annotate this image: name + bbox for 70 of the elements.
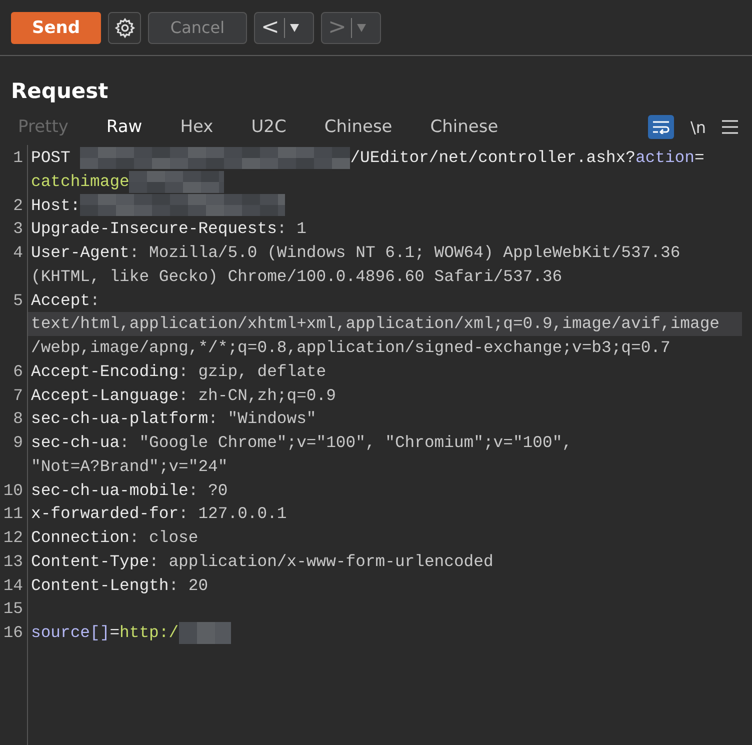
line-number: 9 (12, 432, 24, 454)
code-text: /webp,image/apng,*/*;q=0.8,application/signed-exchange;v=b3;q=0.7 (31, 337, 670, 359)
code-text: (KHTML, like Gecko) Chrome/100.0.4896.60 Safari/537.36 (31, 266, 562, 288)
redacted-text-blur (178, 622, 231, 644)
line-number: 14 (2, 574, 24, 596)
line-number: 13 (2, 550, 24, 573)
code-text: "Not=A?Brand";v="24" (31, 456, 228, 478)
code-text: Upgrade-Insecure-Requests (31, 218, 277, 240)
code-text: action (635, 147, 694, 169)
line-number: 12 (2, 527, 24, 549)
code-text: POST (31, 147, 72, 169)
code-text: sec-ch-ua-platform (31, 408, 208, 430)
settings-icon (114, 16, 136, 38)
code-text: : application/x-www-form-urlencoded (149, 550, 494, 573)
line-number: 4 (12, 242, 24, 264)
code-text: : 127.0.0.1 (178, 503, 287, 526)
view-tab[interactable]: Raw (106, 117, 142, 137)
line-number: 15 (2, 598, 24, 620)
code-text: : 1 (276, 218, 306, 240)
code-text: Accept-Encoding (31, 360, 179, 383)
line-number: 8 (12, 408, 24, 430)
code-text: : close (129, 527, 198, 549)
view-tab[interactable]: Chinese (430, 117, 498, 137)
view-tab[interactable]: Chinese (324, 117, 392, 137)
code-text: : 20 (168, 574, 208, 596)
line-number: 5 (12, 290, 24, 312)
code-text: http:/ (120, 622, 179, 644)
code-text: sec-ch-ua-mobile (31, 480, 188, 502)
line-number: 3 (12, 218, 24, 240)
menu-button[interactable] (722, 120, 738, 134)
code-text: Content-Length (31, 574, 169, 596)
line-number: 6 (12, 360, 24, 383)
code-text: : zh-CN,zh;q=0.9 (178, 384, 336, 406)
code-text: : (90, 290, 100, 312)
code-text: Host: (31, 194, 80, 216)
code-text: sec-ch-ua (31, 432, 120, 454)
view-tab[interactable]: Hex (180, 117, 214, 137)
view-tab[interactable]: U2C (251, 117, 286, 137)
panel-title: Request (10, 78, 110, 105)
menu-icon (722, 120, 738, 134)
line-number: 10 (2, 480, 24, 502)
wrap-icon (652, 120, 670, 134)
line-number: 2 (12, 194, 24, 216)
line-number: 7 (12, 384, 24, 406)
line-number: 11 (2, 503, 24, 526)
code-text: Accept (31, 290, 90, 312)
code-text: : ?0 (188, 480, 228, 502)
code-text: catchimage (31, 170, 130, 193)
line-number: 16 (2, 622, 24, 644)
caret-icon (290, 24, 300, 32)
line-number: 1 (12, 147, 24, 169)
newline-toggle[interactable]: \n (690, 118, 706, 136)
code-text: Accept-Language (31, 384, 179, 406)
code-text: Content-Type (31, 550, 150, 573)
code-text: : "Google Chrome";v="100", "Chromium";v="100", (120, 432, 572, 454)
code-text: source[] (31, 622, 110, 644)
code-text: /UEditor/net/controller.ashx? (350, 147, 636, 169)
code-text: = (110, 622, 120, 644)
code-text: text/html,application/xhtml+xml,application/xml;q=0.9,image/avif,image (31, 313, 720, 336)
code-text: : Mozilla/5.0 (Windows NT 6.1; WOW64) AppleWebKit/537.36 (129, 242, 680, 264)
code-text: x-forwarded-for (31, 503, 179, 526)
wrap-lines-button[interactable] (648, 115, 674, 139)
code-text: User-Agent (31, 242, 130, 264)
settings-button[interactable] (108, 12, 141, 44)
code-text: Connection (31, 527, 130, 549)
code-text: : "Windows" (208, 408, 316, 430)
code-text: : gzip, deflate (178, 360, 326, 383)
code-text: = (694, 147, 704, 169)
caret-icon (357, 24, 366, 32)
back-button[interactable]: < (254, 12, 314, 44)
